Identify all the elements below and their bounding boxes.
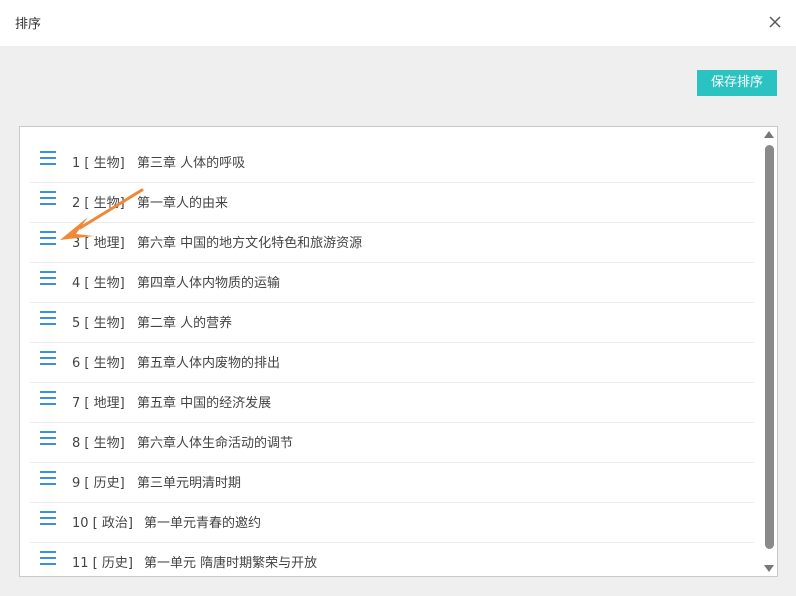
item-index-subject: 9 [ 历史] <box>72 472 125 491</box>
bracket-close: ] <box>119 436 125 451</box>
bracket-open: [ <box>80 476 94 491</box>
drag-handle-icon[interactable] <box>40 271 58 287</box>
item-index-subject: 5 [ 生物] <box>72 312 125 331</box>
bracket-close: ] <box>127 516 133 531</box>
drag-handle-icon[interactable] <box>40 511 58 527</box>
item-index: 10 <box>72 516 89 531</box>
item-name: 第一章人的由来 <box>137 196 229 211</box>
item-index-subject: 8 [ 生物] <box>72 432 125 451</box>
item-subject: 地理 <box>93 236 120 251</box>
item-subject: 生物 <box>93 276 120 291</box>
scrollbar-thumb[interactable] <box>765 145 774 549</box>
bracket-close: ] <box>119 196 125 211</box>
item-index-subject: 4 [ 生物] <box>72 272 125 291</box>
drag-handle-icon[interactable] <box>40 471 58 487</box>
scroll-down-arrow-icon[interactable] <box>764 565 774 572</box>
item-subject: 生物 <box>93 316 120 331</box>
bracket-close: ] <box>119 156 125 171</box>
drag-handle-icon[interactable] <box>40 191 58 207</box>
bracket-open: [ <box>88 556 102 571</box>
sort-list-panel: 1 [ 生物] 第三章 人体的呼吸 2 [ 生物] 第一章人的由来 3 [ 地理] 第六章… <box>19 126 778 577</box>
bracket-close: ] <box>119 316 125 331</box>
item-name: 第五章人体内废物的排出 <box>137 356 281 371</box>
list-item[interactable]: 9 [ 历史] 第三单元明清时期 <box>30 463 754 503</box>
item-subject: 生物 <box>93 196 120 211</box>
bracket-close: ] <box>127 556 133 571</box>
item-subject: 地理 <box>93 396 120 411</box>
drag-handle-icon[interactable] <box>40 551 58 567</box>
list-item[interactable]: 7 [ 地理] 第五章 中国的经济发展 <box>30 383 754 423</box>
list-item[interactable]: 6 [ 生物] 第五章人体内废物的排出 <box>30 343 754 383</box>
drag-handle-icon[interactable] <box>40 391 58 407</box>
close-icon[interactable] <box>766 13 784 31</box>
drag-handle-icon[interactable] <box>40 151 58 167</box>
item-name: 第四章人体内物质的运输 <box>137 276 281 291</box>
item-index-subject: 6 [ 生物] <box>72 352 125 371</box>
item-name: 第三单元明清时期 <box>137 476 242 491</box>
bracket-open: [ <box>80 196 94 211</box>
item-index-subject: 1 [ 生物] <box>72 152 125 171</box>
item-subject: 历史 <box>93 476 120 491</box>
dialog-title: 排序 <box>15 17 42 32</box>
bracket-open: [ <box>80 156 94 171</box>
item-index-subject: 3 [ 地理] <box>72 232 125 251</box>
item-name: 第五章 中国的经济发展 <box>137 396 272 411</box>
drag-handle-icon[interactable] <box>40 351 58 367</box>
item-subject: 历史 <box>101 556 128 571</box>
list-item[interactable]: 2 [ 生物] 第一章人的由来 <box>30 183 754 223</box>
bracket-open: [ <box>80 236 94 251</box>
bracket-open: [ <box>80 316 94 331</box>
item-name: 第一单元 隋唐时期繁荣与开放 <box>144 556 318 571</box>
bracket-open: [ <box>80 356 94 371</box>
item-index-subject: 11 [ 历史] <box>72 552 133 571</box>
bracket-open: [ <box>80 276 94 291</box>
save-order-button[interactable]: 保存排序 <box>697 70 777 96</box>
item-name: 第一单元青春的邀约 <box>144 516 262 531</box>
bracket-close: ] <box>119 476 125 491</box>
bracket-close: ] <box>119 396 125 411</box>
drag-handle-icon[interactable] <box>40 311 58 327</box>
drag-handle-icon[interactable] <box>40 231 58 247</box>
item-name: 第三章 人体的呼吸 <box>137 156 246 171</box>
bracket-close: ] <box>119 236 125 251</box>
bracket-open: [ <box>80 396 94 411</box>
drag-handle-icon[interactable] <box>40 431 58 447</box>
item-index: 11 <box>72 556 89 571</box>
item-index-subject: 2 [ 生物] <box>72 192 125 211</box>
list-item[interactable]: 1 [ 生物] 第三章 人体的呼吸 <box>30 143 754 183</box>
list-item[interactable]: 10 [ 政治] 第一单元青春的邀约 <box>30 503 754 543</box>
item-name: 第六章人体生命活动的调节 <box>137 436 294 451</box>
list-item[interactable]: 5 [ 生物] 第二章 人的营养 <box>30 303 754 343</box>
list-item[interactable]: 8 [ 生物] 第六章人体生命活动的调节 <box>30 423 754 463</box>
sort-list: 1 [ 生物] 第三章 人体的呼吸 2 [ 生物] 第一章人的由来 3 [ 地理] 第六章… <box>30 143 754 576</box>
item-subject: 政治 <box>101 516 128 531</box>
item-index-subject: 7 [ 地理] <box>72 392 125 411</box>
bracket-open: [ <box>80 436 94 451</box>
item-subject: 生物 <box>93 436 120 451</box>
item-subject: 生物 <box>93 356 120 371</box>
bracket-close: ] <box>119 276 125 291</box>
list-item[interactable]: 3 [ 地理] 第六章 中国的地方文化特色和旅游资源 <box>30 223 754 263</box>
bracket-open: [ <box>88 516 102 531</box>
item-subject: 生物 <box>93 156 120 171</box>
list-item[interactable]: 4 [ 生物] 第四章人体内物质的运输 <box>30 263 754 303</box>
scroll-up-arrow-icon[interactable] <box>764 131 774 138</box>
bracket-close: ] <box>119 356 125 371</box>
list-item[interactable]: 11 [ 历史] 第一单元 隋唐时期繁荣与开放 <box>30 543 754 576</box>
dialog-header: 排序 <box>0 0 796 46</box>
item-name: 第六章 中国的地方文化特色和旅游资源 <box>137 236 363 251</box>
item-name: 第二章 人的营养 <box>137 316 233 331</box>
item-index-subject: 10 [ 政治] <box>72 512 133 531</box>
